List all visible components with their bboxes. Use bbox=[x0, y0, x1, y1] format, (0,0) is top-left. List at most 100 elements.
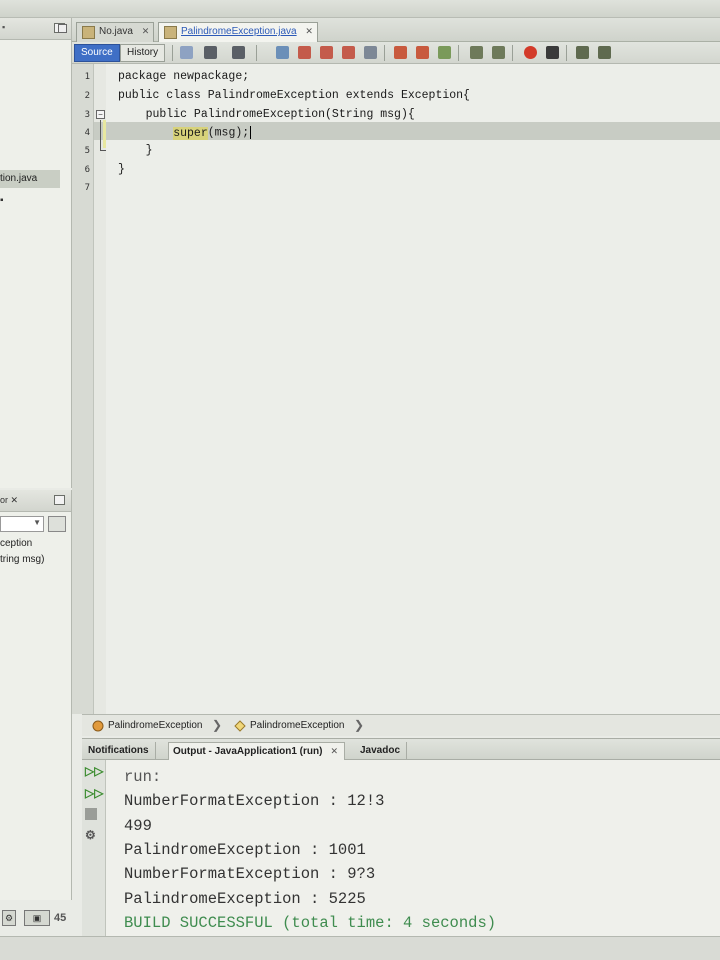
java-file-icon bbox=[164, 26, 177, 39]
shift-left-icon[interactable] bbox=[470, 46, 483, 59]
tab-notifications[interactable]: Notifications bbox=[84, 742, 156, 761]
class-icon bbox=[92, 720, 104, 732]
back-icon[interactable] bbox=[204, 46, 217, 59]
navigator-options-button[interactable] bbox=[48, 516, 66, 532]
toolbar-separator bbox=[566, 45, 567, 61]
navigator-item[interactable]: tring msg) bbox=[0, 554, 44, 565]
bottom-edge bbox=[0, 936, 720, 960]
tab-no-java[interactable]: No.java ✕ bbox=[76, 22, 155, 42]
rerun-icon[interactable]: ▷▷ bbox=[85, 764, 103, 778]
breadcrumb: PalindromeException ❯ PalindromeExceptio… bbox=[82, 714, 720, 736]
output-line: PalindromeException : 1001 bbox=[124, 841, 366, 859]
source-view-button[interactable]: Source bbox=[74, 44, 120, 62]
tab-output[interactable]: Output - JavaApplication1 (run) ✕ bbox=[168, 742, 345, 761]
code-editor[interactable] bbox=[106, 64, 720, 714]
find-next-icon[interactable] bbox=[320, 46, 333, 59]
previous-bookmark-icon[interactable] bbox=[394, 46, 407, 59]
comment-icon[interactable] bbox=[576, 46, 589, 59]
toggle-bookmark-icon[interactable] bbox=[438, 46, 451, 59]
panel-dots-icon: ▪ bbox=[2, 22, 6, 32]
toolbar-separator bbox=[458, 45, 459, 61]
code-token: (msg); bbox=[207, 126, 250, 140]
breadcrumb-item[interactable]: PalindromeException bbox=[250, 720, 345, 731]
output-line: run: bbox=[124, 768, 162, 786]
status-count: 45 bbox=[54, 912, 67, 924]
code-line-current[interactable]: super(msg); bbox=[118, 126, 252, 140]
output-line: NumberFormatException : 12!3 bbox=[124, 792, 385, 810]
forward-icon[interactable] bbox=[232, 46, 245, 59]
close-icon[interactable]: ✕ bbox=[330, 746, 338, 756]
breadcrumb-item[interactable]: PalindromeException bbox=[108, 720, 203, 731]
left-status: ⚙ ▣ 45 bbox=[0, 906, 80, 930]
minimize-panel-button[interactable] bbox=[54, 495, 65, 505]
top-strip bbox=[0, 0, 720, 18]
navigator-item[interactable]: ception bbox=[0, 538, 32, 549]
shift-right-icon[interactable] bbox=[492, 46, 505, 59]
find-icon[interactable] bbox=[276, 46, 289, 59]
find-selection-icon[interactable] bbox=[342, 46, 355, 59]
last-edit-icon[interactable] bbox=[180, 46, 193, 59]
history-view-button[interactable]: History bbox=[120, 44, 166, 62]
close-icon[interactable]: ✕ bbox=[142, 26, 150, 36]
line-number: 5 bbox=[84, 146, 90, 156]
projects-panel: ▪ tion.java ▪ bbox=[0, 18, 72, 488]
line-number: 7 bbox=[84, 183, 90, 193]
code-line[interactable]: } bbox=[118, 163, 125, 176]
output-line: NumberFormatException : 9?3 bbox=[124, 865, 376, 883]
constructor-icon bbox=[234, 720, 246, 732]
editor-tab-bar: No.java ✕ PalindromeException.java ✕ bbox=[58, 18, 720, 42]
output-line: 499 bbox=[124, 817, 152, 835]
tab-minimize-button[interactable] bbox=[58, 24, 67, 33]
tab-javadoc[interactable]: Javadoc bbox=[356, 742, 408, 761]
memory-icon[interactable]: ▣ bbox=[24, 910, 50, 926]
line-number: 6 bbox=[84, 165, 90, 175]
close-icon[interactable]: ✕ bbox=[305, 26, 313, 36]
fold-guide-end bbox=[100, 150, 106, 151]
change-bar bbox=[103, 120, 106, 148]
fold-guide bbox=[100, 120, 101, 150]
java-file-icon bbox=[82, 26, 95, 39]
chevron-down-icon: ▼ bbox=[33, 518, 41, 527]
code-line[interactable]: } bbox=[118, 144, 153, 157]
line-number: 3 bbox=[84, 110, 90, 120]
code-line[interactable]: public class PalindromeException extends… bbox=[118, 89, 470, 102]
toolbar-separator bbox=[172, 45, 173, 61]
navigator-panel: or ✕ ▼ ception tring msg) bbox=[0, 490, 72, 900]
navigator-filter-select[interactable]: ▼ bbox=[0, 516, 44, 532]
code-line[interactable]: package newpackage; bbox=[118, 70, 249, 83]
line-number: 1 bbox=[84, 72, 90, 82]
project-tree-marker-icon: ▪ bbox=[0, 195, 4, 206]
uncomment-icon[interactable] bbox=[598, 46, 611, 59]
project-tree-item-selected[interactable]: tion.java bbox=[0, 170, 60, 188]
fold-column bbox=[94, 64, 106, 714]
build-status-line: BUILD SUCCESSFUL (total time: 4 seconds) bbox=[124, 914, 497, 932]
navigator-title[interactable]: or ✕ bbox=[0, 495, 18, 506]
fold-collapse-icon[interactable]: − bbox=[96, 110, 105, 119]
close-icon[interactable]: ✕ bbox=[11, 495, 19, 505]
toggle-highlight-icon[interactable] bbox=[364, 46, 377, 59]
next-bookmark-icon[interactable] bbox=[416, 46, 429, 59]
toolbar-separator bbox=[256, 45, 257, 61]
output-line: PalindromeException : 5225 bbox=[124, 890, 366, 908]
toolbar-separator bbox=[512, 45, 513, 61]
stop-macro-icon[interactable] bbox=[546, 46, 559, 59]
code-line[interactable]: public PalindromeException(String msg){ bbox=[118, 108, 415, 121]
output-tab-bar: Notifications Output - JavaApplication1 … bbox=[82, 738, 720, 761]
line-number: 2 bbox=[84, 91, 90, 101]
rerun-with-options-icon[interactable]: ▷▷ bbox=[85, 786, 103, 800]
chevron-right-icon: ❯ bbox=[212, 718, 223, 732]
stop-icon[interactable] bbox=[85, 808, 97, 820]
navigator-panel-header: or ✕ bbox=[0, 490, 71, 512]
notification-icon[interactable]: ⚙ bbox=[2, 910, 16, 926]
settings-icon[interactable]: ⚙ bbox=[85, 828, 99, 842]
tab-output-label: Output - JavaApplication1 (run) bbox=[173, 746, 323, 757]
line-number: 4 bbox=[84, 128, 90, 138]
tab-palindromeexception-java[interactable]: PalindromeException.java ✕ bbox=[158, 22, 318, 42]
chevron-right-icon: ❯ bbox=[354, 718, 365, 732]
highlighted-token: super bbox=[173, 126, 208, 140]
record-macro-icon[interactable] bbox=[524, 46, 537, 59]
find-previous-icon[interactable] bbox=[298, 46, 311, 59]
editor-toolbar: Source History bbox=[72, 42, 720, 64]
line-number-gutter bbox=[72, 64, 94, 714]
